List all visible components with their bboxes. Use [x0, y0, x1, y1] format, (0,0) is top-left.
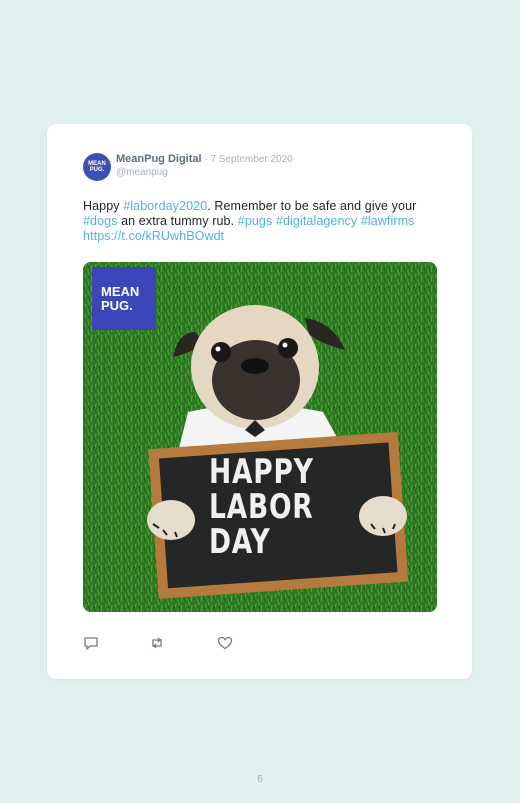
hashtag-lawfirms[interactable]: #lawfirms — [361, 214, 415, 228]
pug-paw-left — [147, 500, 195, 540]
tweet-card: MEAN PUG. MeanPug Digital · 7 September … — [47, 124, 472, 679]
text-segment: . Remember to be safe and give your — [207, 199, 417, 213]
hashtag-laborday2020[interactable]: #laborday2020 — [123, 199, 207, 213]
pug-eye-left — [211, 342, 231, 362]
avatar-text-line2: PUG. — [89, 167, 105, 173]
like-icon[interactable] — [217, 635, 233, 651]
hashtag-pugs[interactable]: #pugs — [238, 214, 273, 228]
reply-icon[interactable] — [83, 635, 99, 651]
sign-line2: LABOR — [209, 487, 314, 527]
retweet-icon[interactable] — [149, 635, 165, 651]
author-line: MeanPug Digital · 7 September 2020 — [116, 153, 293, 165]
tweet-link[interactable]: https://t.co/kRUwhBOwdt — [83, 229, 224, 243]
text-segment: an extra tummy rub. — [117, 214, 238, 228]
author-name[interactable]: MeanPug Digital — [116, 153, 202, 165]
page-number: 6 — [257, 774, 263, 785]
chalkboard-text: HAPPY LABOR DAY — [209, 452, 314, 562]
pug-nose — [241, 358, 269, 374]
tweet-date[interactable]: 7 September 2020 — [210, 154, 292, 165]
logo-line1: MEAN — [101, 283, 140, 299]
tweet-photo[interactable]: MEAN PUG. HAPPY LABOR DAY — [83, 262, 437, 612]
tweet-text: Happy #laborday2020. Remember to be safe… — [83, 199, 443, 244]
text-segment: Happy — [83, 199, 124, 213]
sign-line1: HAPPY — [209, 452, 314, 492]
logo-line2: PUG. — [101, 297, 133, 313]
sign-line3: DAY — [209, 522, 271, 562]
hashtag-dogs[interactable]: #dogs — [83, 214, 118, 228]
meanpug-logo: MEAN PUG. — [92, 267, 156, 330]
hashtag-digitalagency[interactable]: #digitalagency — [276, 214, 357, 228]
author-handle[interactable]: @meanpug — [116, 167, 168, 178]
pug-eye-right — [278, 338, 298, 358]
avatar[interactable]: MEAN PUG. — [83, 153, 111, 181]
